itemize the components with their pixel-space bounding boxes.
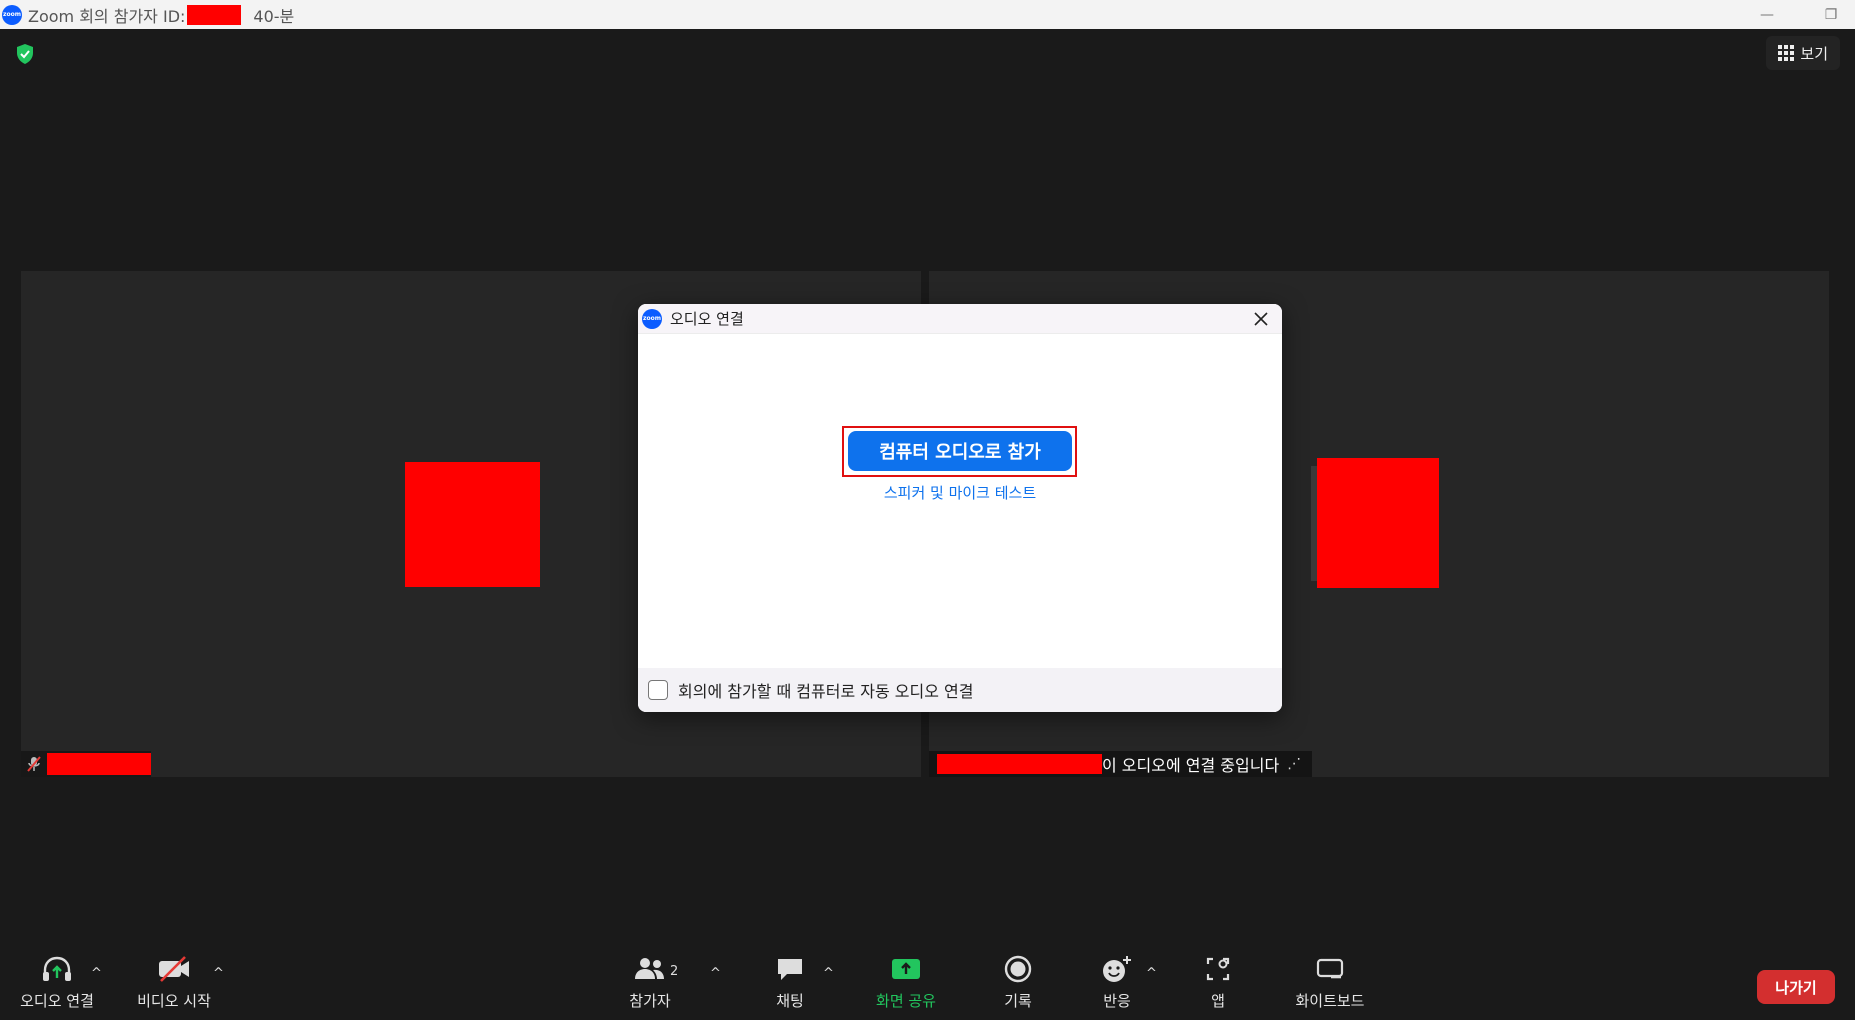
restore-icon[interactable]: ❐ [1821, 7, 1841, 23]
leave-meeting-button[interactable]: 나가기 [1757, 970, 1835, 1004]
meeting-timer: 40-분 [253, 6, 295, 26]
audio-connection-dialog: zoom 오디오 연결 컴퓨터 오디오로 참가 스피커 및 마이크 테스트 회의… [638, 304, 1282, 712]
start-video-button[interactable]: 비디오 시작 [130, 950, 218, 1020]
apps-icon [1204, 950, 1232, 988]
audio-options-chevron-icon[interactable]: ^ [91, 966, 102, 981]
view-button[interactable]: 보기 [1766, 36, 1840, 70]
join-computer-audio-button[interactable]: 컴퓨터 오디오로 참가 [848, 431, 1072, 471]
whiteboard-button[interactable]: 화이트보드 [1290, 950, 1370, 1020]
share-screen-icon [890, 950, 922, 988]
grid-view-icon [1778, 45, 1795, 61]
close-icon[interactable] [1250, 308, 1272, 330]
speaker-mic-test-link[interactable]: 스피커 및 마이크 테스트 [638, 482, 1282, 503]
encryption-shield-icon[interactable] [13, 42, 37, 66]
auto-join-audio-checkbox[interactable] [648, 680, 668, 700]
zoom-logo-text: zoom [3, 11, 21, 18]
whiteboard-icon [1315, 950, 1345, 988]
window-titlebar: zoom Zoom 회의 참가자 ID: 40-분 — ❐ [0, 0, 1855, 29]
mic-muted-icon [27, 756, 41, 772]
headphones-icon [40, 950, 74, 988]
reactions-button[interactable]: 반응 [1092, 950, 1142, 1020]
window-controls: — ❐ [1757, 0, 1841, 29]
video-off-icon [157, 950, 191, 988]
dialog-footer: 회의에 참가할 때 컴퓨터로 자동 오디오 연결 [638, 668, 1282, 712]
participants-label: 참가자 [629, 992, 671, 1010]
share-screen-label: 화면 공유 [876, 992, 936, 1010]
apps-label: 앱 [1211, 992, 1225, 1010]
redacted-participant-name [937, 754, 1102, 774]
minimize-icon[interactable]: — [1757, 7, 1777, 23]
participant-status-bar: 이 오디오에 연결 중입니다 ⋰ [929, 751, 1313, 777]
record-icon [1003, 950, 1033, 988]
view-button-label: 보기 [1800, 44, 1828, 63]
window-title: Zoom 회의 참가자 ID: [28, 6, 186, 26]
audio-connecting-status: 이 오디오에 연결 중입니다 [1102, 756, 1280, 775]
reactions-options-chevron-icon[interactable]: ^ [1146, 966, 1157, 981]
dialog-header: zoom 오디오 연결 [638, 304, 1282, 334]
chat-label: 채팅 [776, 992, 804, 1010]
loading-dots-icon: ⋰ [1287, 756, 1303, 772]
smiley-plus-icon [1100, 950, 1134, 988]
share-screen-button[interactable]: 화면 공유 [868, 950, 944, 1020]
participant-name-bar [21, 751, 151, 777]
zoom-logo-icon: zoom [642, 308, 662, 329]
whiteboard-label: 화이트보드 [1295, 992, 1365, 1010]
chat-options-chevron-icon[interactable]: ^ [823, 966, 834, 981]
join-audio-label: 오디오 연결 [20, 992, 94, 1010]
redacted-avatar [405, 462, 540, 587]
redacted-participant-name [47, 753, 151, 775]
apps-button[interactable]: 앱 [1198, 950, 1238, 1020]
zoom-logo-icon: zoom [2, 4, 22, 25]
reactions-label: 반응 [1103, 992, 1131, 1010]
participants-button[interactable]: 참가자 [620, 950, 680, 1020]
chat-icon [775, 950, 805, 988]
dialog-title: 오디오 연결 [670, 310, 744, 328]
video-options-chevron-icon[interactable]: ^ [213, 966, 224, 981]
start-video-label: 비디오 시작 [137, 992, 211, 1010]
join-audio-button[interactable]: 오디오 연결 [14, 950, 100, 1020]
participants-icon [633, 950, 667, 988]
record-label: 기록 [1004, 992, 1032, 1010]
meeting-toolbar: 오디오 연결 ^ 비디오 시작 ^ 참가자 2 ^ 채팅 ^ 화면 공유 기록 … [0, 950, 1855, 1020]
chat-button[interactable]: 채팅 [765, 950, 815, 1020]
record-button[interactable]: 기록 [993, 950, 1043, 1020]
redacted-avatar [1317, 458, 1439, 588]
auto-join-audio-label[interactable]: 회의에 참가할 때 컴퓨터로 자동 오디오 연결 [678, 678, 973, 702]
participants-options-chevron-icon[interactable]: ^ [710, 966, 721, 981]
redacted-meeting-id [187, 4, 242, 25]
zoom-logo-text: zoom [643, 315, 661, 322]
participants-count: 2 [670, 964, 679, 979]
